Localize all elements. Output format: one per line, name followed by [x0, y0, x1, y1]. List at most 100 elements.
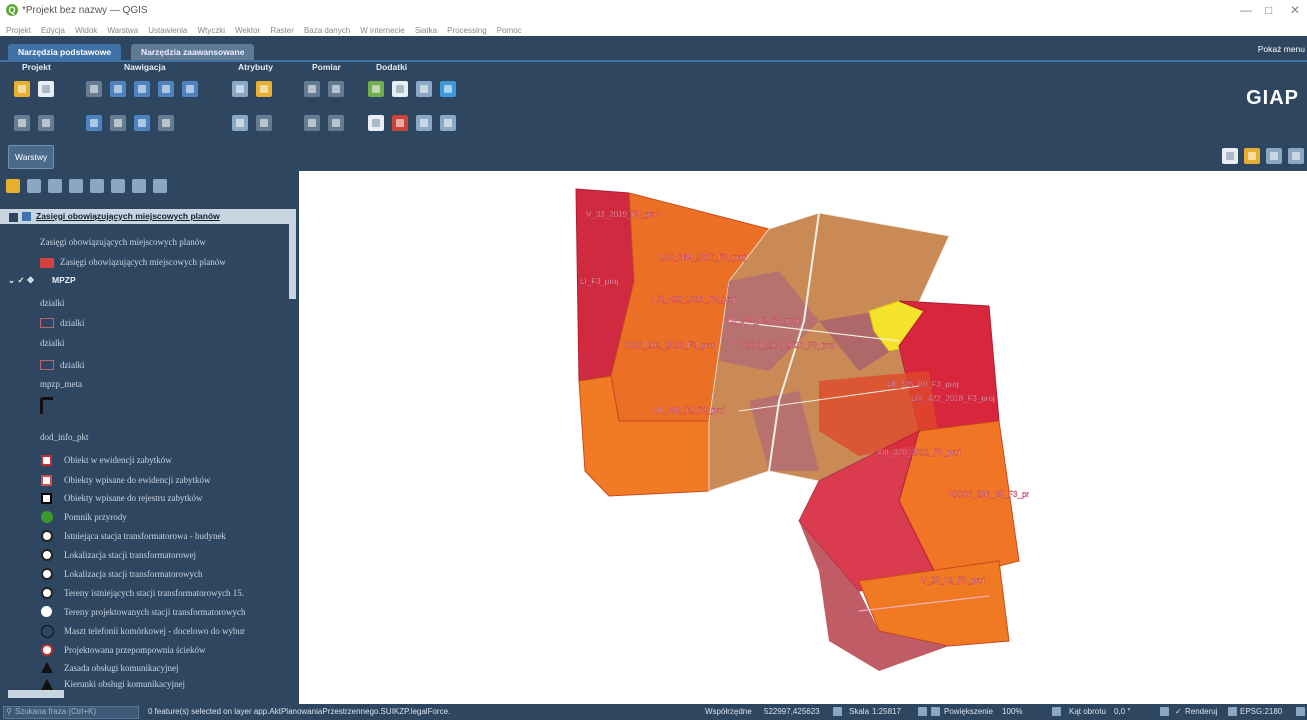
- menu-wtyczki[interactable]: Wtyczki: [197, 26, 225, 35]
- save-as-icon[interactable]: [38, 115, 54, 131]
- map-label: XIII_320_2021_F3_proj: [877, 448, 961, 457]
- refresh-icon[interactable]: [158, 115, 174, 131]
- maximize-button[interactable]: □: [1265, 3, 1272, 17]
- image-icon[interactable]: [416, 81, 432, 97]
- add-group-icon[interactable]: [27, 179, 42, 193]
- group-projekt-label: Projekt: [22, 62, 51, 72]
- zoom-last-icon[interactable]: [86, 115, 102, 131]
- tab-narzedzia-zaawansowane[interactable]: Narzędzia zaawansowane: [131, 44, 255, 60]
- menu-w-internecie[interactable]: W internecie: [360, 26, 404, 35]
- render-checkbox-icon[interactable]: ✓: [1175, 707, 1182, 716]
- map-label: V_33_2019_F3_proj: [586, 210, 659, 219]
- filter-expression-icon[interactable]: [90, 179, 105, 193]
- transformer-location-icon: [41, 549, 53, 561]
- search-attributes-icon[interactable]: [232, 115, 248, 131]
- zoom-out-icon[interactable]: [134, 81, 150, 97]
- navigation-circle-icon[interactable]: [440, 81, 456, 97]
- scale-value[interactable]: 1:25817: [872, 707, 901, 716]
- layer-visibility-checkbox[interactable]: [8, 212, 19, 223]
- menu-siatka[interactable]: Siatka: [415, 26, 437, 35]
- close-button[interactable]: ✕: [1290, 3, 1300, 17]
- legend-item: Kierunki obsługi komunikacyjnej: [64, 679, 185, 689]
- zoom-layer-icon[interactable]: [134, 115, 150, 131]
- measure-line-icon[interactable]: [304, 81, 320, 97]
- menu-widok[interactable]: Widok: [75, 26, 97, 35]
- bookmark-icon[interactable]: [392, 115, 408, 131]
- filter-legend-icon[interactable]: [69, 179, 84, 193]
- menu-pomoc[interactable]: Pomoc: [497, 26, 522, 35]
- remove-layer-icon[interactable]: [153, 179, 168, 193]
- layer-dzialki: dzialki: [40, 298, 65, 308]
- rotation-value[interactable]: 0,0 °: [1114, 707, 1131, 716]
- measure-circle-icon[interactable]: [328, 115, 344, 131]
- crs-button[interactable]: EPSG:2180: [1240, 707, 1282, 716]
- map-canvas[interactable]: V_33_2019_F3_proj LXV_369_2017_F3_proj L…: [299, 171, 1307, 704]
- map-svg: V_33_2019_F3_proj LXV_369_2017_F3_proj L…: [575, 188, 1030, 671]
- map-label: LXV_369_2017_F3_proj: [659, 253, 746, 262]
- transformer-area-icon: [41, 587, 53, 599]
- toggle-extents-icon[interactable]: [833, 707, 842, 716]
- attribute-table-icon[interactable]: [256, 115, 272, 131]
- group-atrybuty-label: Atrybuty: [238, 62, 273, 72]
- select-features-icon[interactable]: [256, 81, 272, 97]
- menu-projekt[interactable]: Projekt: [6, 26, 31, 35]
- menu-baza-danych[interactable]: Baza danych: [304, 26, 350, 35]
- zoom-next-icon[interactable]: [110, 115, 126, 131]
- menu-ustawienia[interactable]: Ustawienia: [148, 26, 187, 35]
- pan-hand-icon[interactable]: [86, 81, 102, 97]
- messages-icon[interactable]: [1296, 707, 1305, 716]
- group-mpzp[interactable]: MPZP: [52, 275, 76, 285]
- group-nawigacja-label: Nawigacja: [124, 62, 166, 72]
- map-label: LII_335_09_F3_proj: [887, 380, 959, 389]
- menu-warstwa[interactable]: Warstwa: [107, 26, 138, 35]
- horizontal-scrollbar[interactable]: [8, 690, 64, 698]
- map-label: XXXVI_296_05_F3_pr: [949, 490, 1029, 499]
- layers-button[interactable]: Warstwy: [8, 145, 55, 169]
- tab-strip: [0, 60, 1307, 62]
- render-spinner-icon[interactable]: [1160, 707, 1169, 716]
- manage-map-themes-icon[interactable]: [48, 179, 63, 193]
- layer-row-zasiegi[interactable]: Zasięgi obowiązujących miejscowych planó…: [0, 209, 290, 224]
- print-layout-icon[interactable]: [392, 81, 408, 97]
- chart-right-icon[interactable]: [1288, 148, 1304, 164]
- menu-edycja[interactable]: Edycja: [41, 26, 65, 35]
- identify-right-icon[interactable]: [1222, 148, 1238, 164]
- zoom-selection-icon[interactable]: [182, 81, 198, 97]
- table-right-icon[interactable]: [1266, 148, 1282, 164]
- qgis-logo-icon: Q: [6, 4, 18, 16]
- save-project-icon[interactable]: [14, 115, 30, 131]
- identify-features-icon[interactable]: [232, 81, 248, 97]
- tab-narzedzia-podstawowe[interactable]: Narzędzia podstawowe: [8, 44, 122, 60]
- add-layer-icon[interactable]: [368, 81, 384, 97]
- globe-icon[interactable]: [1228, 707, 1237, 716]
- open-project-icon[interactable]: [14, 81, 30, 97]
- menu-wektor[interactable]: Wektor: [235, 26, 260, 35]
- zoom-full-icon[interactable]: [158, 81, 174, 97]
- coordinate-value[interactable]: 522997,425623: [764, 707, 820, 716]
- menu-processing[interactable]: Processing: [447, 26, 487, 35]
- lock-scale-icon[interactable]: [918, 707, 927, 716]
- line-symbol-icon: [40, 397, 53, 414]
- scale-line-icon[interactable]: [416, 115, 432, 131]
- open-layer-styling-icon[interactable]: [6, 179, 20, 193]
- new-project-icon[interactable]: [38, 81, 54, 97]
- expand-all-icon[interactable]: [111, 179, 126, 193]
- collapse-all-icon[interactable]: [132, 179, 147, 193]
- select-right-icon[interactable]: [1244, 148, 1260, 164]
- google-icon[interactable]: [368, 115, 384, 131]
- group-expand-chevron-icon[interactable]: ⌄ ✓ ✥: [8, 275, 34, 286]
- menu-raster[interactable]: Raster: [270, 26, 294, 35]
- status-bar: ⚲ Szukana fraza (Ctrl+K) 0 feature(s) se…: [0, 704, 1307, 720]
- zoom-value[interactable]: 100%: [1002, 707, 1022, 716]
- export-icon[interactable]: [440, 115, 456, 131]
- magnifier-icon: [931, 707, 940, 716]
- zoom-in-icon[interactable]: [110, 81, 126, 97]
- legend-item: Pomnik przyrody: [64, 512, 127, 522]
- render-label[interactable]: Renderuj: [1185, 707, 1217, 716]
- legend-heading: Zasięgi obowiązujących miejscowych planó…: [40, 237, 206, 247]
- measure-area-icon[interactable]: [328, 81, 344, 97]
- measure-angle-icon[interactable]: [304, 115, 320, 131]
- show-menu-button[interactable]: Pokaż menu: [1258, 44, 1305, 54]
- minimize-button[interactable]: —: [1240, 3, 1252, 17]
- vertical-scrollbar[interactable]: [289, 209, 296, 299]
